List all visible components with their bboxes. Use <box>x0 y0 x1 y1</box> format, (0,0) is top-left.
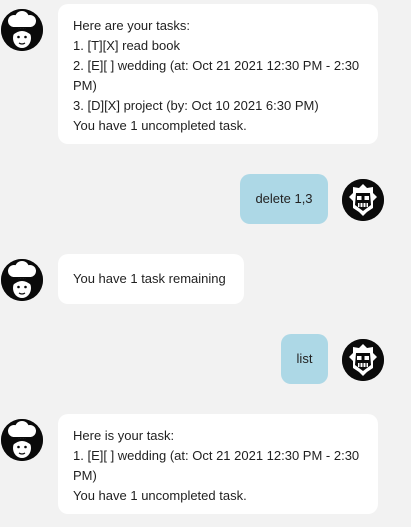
message-line: You have 1 uncompleted task. <box>73 488 247 503</box>
user-message-bubble: list <box>281 334 328 384</box>
message-line: Here are your tasks: <box>73 18 191 33</box>
chef-avatar-icon <box>1 259 43 301</box>
masked-warrior-avatar-icon <box>342 339 384 381</box>
message-line: PM) <box>73 468 97 483</box>
message-line: 3. [D][X] project (by: Oct 10 2021 6:30 … <box>73 98 319 113</box>
masked-warrior-avatar-icon <box>342 179 384 221</box>
user-message-bubble: delete 1,3 <box>240 174 328 224</box>
message-text: delete 1,3 <box>255 191 313 206</box>
bot-message-bubble: Here are your tasks: 1. [T][X] read book… <box>58 4 378 144</box>
message-line: You have 1 uncompleted task. <box>73 118 247 133</box>
message-line: 1. [E][ ] wedding (at: Oct 21 2021 12:30… <box>73 448 360 463</box>
bot-message-bubble: You have 1 task remaining <box>58 254 244 304</box>
chat-window: Here are your tasks: 1. [T][X] read book… <box>0 0 411 527</box>
message-line: Here is your task: <box>73 428 175 443</box>
message-line: 1. [T][X] read book <box>73 38 180 53</box>
message-line: 2. [E][ ] wedding (at: Oct 21 2021 12:30… <box>73 58 360 73</box>
chef-avatar-icon <box>1 9 43 51</box>
message-text: list <box>296 351 313 366</box>
chef-avatar-icon <box>1 419 43 461</box>
bot-message-bubble: Here is your task: 1. [E][ ] wedding (at… <box>58 414 378 514</box>
message-line: PM) <box>73 78 97 93</box>
message-line: You have 1 task remaining <box>73 271 226 286</box>
